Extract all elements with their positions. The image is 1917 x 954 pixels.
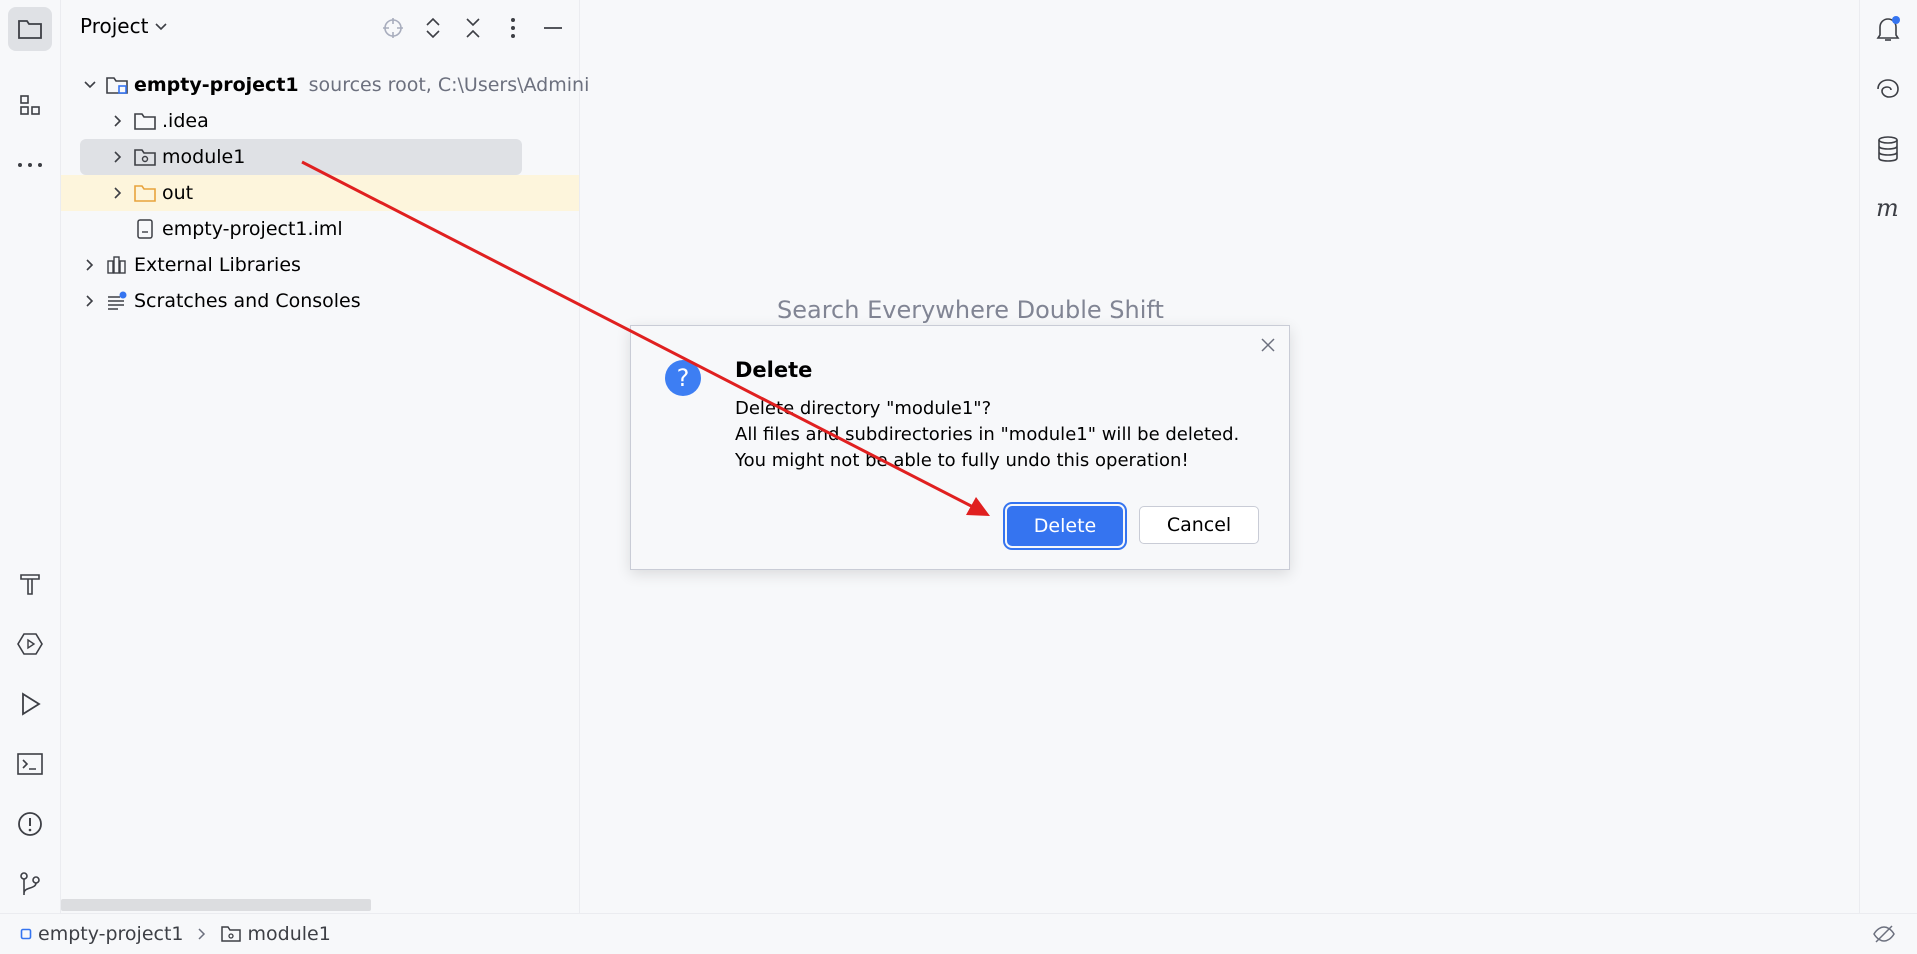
tree-item-label: out bbox=[162, 182, 194, 204]
expand-all-button[interactable] bbox=[419, 14, 447, 42]
project-tool-button[interactable] bbox=[8, 7, 52, 51]
expand-icon bbox=[426, 17, 440, 39]
hide-panel-button[interactable] bbox=[539, 14, 567, 42]
project-panel: Project empty-project1 sources root, C:\… bbox=[61, 0, 589, 913]
run-tool-button[interactable] bbox=[8, 682, 52, 726]
iml-file-icon bbox=[132, 218, 158, 240]
structure-icon bbox=[20, 95, 40, 115]
status-bar: empty-project1 module1 bbox=[0, 913, 1917, 954]
bell-icon bbox=[1876, 16, 1900, 41]
cancel-button[interactable]: Cancel bbox=[1139, 506, 1259, 544]
chevron-right-icon[interactable] bbox=[108, 150, 128, 164]
options-button[interactable] bbox=[499, 14, 527, 42]
tree-item-scratches[interactable]: Scratches and Consoles bbox=[80, 283, 361, 319]
services-icon bbox=[17, 633, 43, 655]
tree-item-label: empty-project1 bbox=[134, 74, 299, 96]
maven-button[interactable]: m bbox=[1866, 187, 1910, 231]
folder-icon bbox=[132, 111, 158, 131]
chevron-down-icon[interactable] bbox=[80, 80, 100, 90]
project-panel-title-label: Project bbox=[80, 14, 149, 38]
close-icon bbox=[1261, 338, 1275, 352]
folder-icon bbox=[18, 20, 42, 39]
tree-item-hint: sources root, C:\Users\Admini bbox=[308, 74, 590, 96]
dialog-message-line: All files and subdirectories in "module1… bbox=[735, 424, 1240, 445]
tree-item-out[interactable]: out bbox=[61, 175, 579, 211]
right-toolbar: m bbox=[1859, 0, 1917, 913]
module-folder-icon bbox=[132, 147, 158, 167]
delete-button[interactable]: Delete bbox=[1007, 506, 1123, 546]
horizontal-scrollbar[interactable] bbox=[61, 899, 371, 911]
dialog-message-line: Delete directory "module1"? bbox=[735, 398, 992, 419]
chevron-right-icon[interactable] bbox=[108, 186, 128, 200]
collapse-icon bbox=[466, 18, 480, 38]
tree-item-module1[interactable]: module1 bbox=[80, 139, 522, 175]
kebab-menu-icon bbox=[511, 18, 515, 38]
power-save-indicator[interactable] bbox=[1873, 924, 1895, 949]
chevron-right-icon[interactable] bbox=[80, 258, 100, 272]
module-icon bbox=[20, 928, 32, 940]
hammer-icon bbox=[20, 574, 40, 595]
terminal-icon bbox=[17, 753, 43, 775]
spiral-icon bbox=[1877, 79, 1899, 98]
services-tool-button[interactable] bbox=[8, 622, 52, 666]
dialog-message: Delete directory "module1"? All files an… bbox=[735, 396, 1239, 474]
tree-item-empty-project1[interactable]: empty-project1 sources root, C:\Users\Ad… bbox=[80, 67, 589, 103]
git-branch-icon bbox=[20, 872, 40, 895]
svg-text:m: m bbox=[1876, 198, 1899, 220]
left-toolbar bbox=[0, 0, 61, 913]
problems-tool-button[interactable] bbox=[8, 802, 52, 846]
tree-item-iml[interactable]: empty-project1.iml bbox=[128, 211, 343, 247]
delete-dialog: ? Delete Delete directory "module1"? All… bbox=[630, 325, 1290, 570]
crosshair-icon bbox=[383, 18, 403, 38]
structure-tool-button[interactable] bbox=[8, 83, 52, 127]
eye-off-icon bbox=[1873, 925, 1895, 943]
ai-assistant-button[interactable] bbox=[1866, 67, 1910, 111]
more-tools-button[interactable] bbox=[8, 143, 52, 187]
tree-item-label: Scratches and Consoles bbox=[134, 290, 361, 312]
question-icon: ? bbox=[665, 360, 701, 396]
dialog-message-line: You might not be able to fully undo this… bbox=[735, 450, 1189, 471]
library-icon bbox=[104, 255, 130, 275]
database-button[interactable] bbox=[1866, 127, 1910, 171]
chevron-right-icon[interactable] bbox=[108, 114, 128, 128]
dialog-title: Delete bbox=[735, 358, 813, 382]
project-panel-title[interactable]: Project bbox=[80, 14, 168, 38]
locate-button[interactable] bbox=[379, 14, 407, 42]
notifications-button[interactable] bbox=[1866, 7, 1910, 51]
problems-icon bbox=[18, 812, 42, 836]
breadcrumb-item-module1[interactable]: module1 bbox=[248, 923, 331, 945]
minimize-icon bbox=[544, 27, 562, 29]
database-icon bbox=[1878, 136, 1898, 162]
maven-icon: m bbox=[1876, 198, 1899, 220]
chevron-down-icon bbox=[155, 23, 168, 31]
tree-item-idea[interactable]: .idea bbox=[108, 103, 209, 139]
breadcrumb: empty-project1 module1 bbox=[20, 923, 331, 945]
git-tool-button[interactable] bbox=[8, 862, 52, 906]
tree-item-label: empty-project1.iml bbox=[162, 218, 343, 240]
close-button[interactable] bbox=[1257, 334, 1279, 356]
breadcrumb-item-project[interactable]: empty-project1 bbox=[38, 923, 184, 945]
run-icon bbox=[22, 692, 41, 716]
project-panel-toolbar bbox=[379, 14, 567, 42]
terminal-tool-button[interactable] bbox=[8, 742, 52, 786]
scratches-icon bbox=[104, 291, 130, 311]
module-folder-icon bbox=[104, 75, 130, 95]
folder-icon bbox=[220, 926, 241, 942]
editor-empty-hint: Search Everywhere Double Shift bbox=[777, 296, 1164, 324]
chevron-right-icon[interactable] bbox=[80, 294, 100, 308]
tree-item-label: External Libraries bbox=[134, 254, 301, 276]
excluded-folder-icon bbox=[132, 183, 158, 203]
tree-item-label: .idea bbox=[162, 110, 209, 132]
tree-item-label: module1 bbox=[162, 146, 246, 168]
tree-item-external-libraries[interactable]: External Libraries bbox=[80, 247, 301, 283]
collapse-all-button[interactable] bbox=[459, 14, 487, 42]
chevron-right-icon bbox=[197, 928, 205, 940]
build-tool-button[interactable] bbox=[8, 562, 52, 606]
more-icon bbox=[18, 163, 42, 167]
